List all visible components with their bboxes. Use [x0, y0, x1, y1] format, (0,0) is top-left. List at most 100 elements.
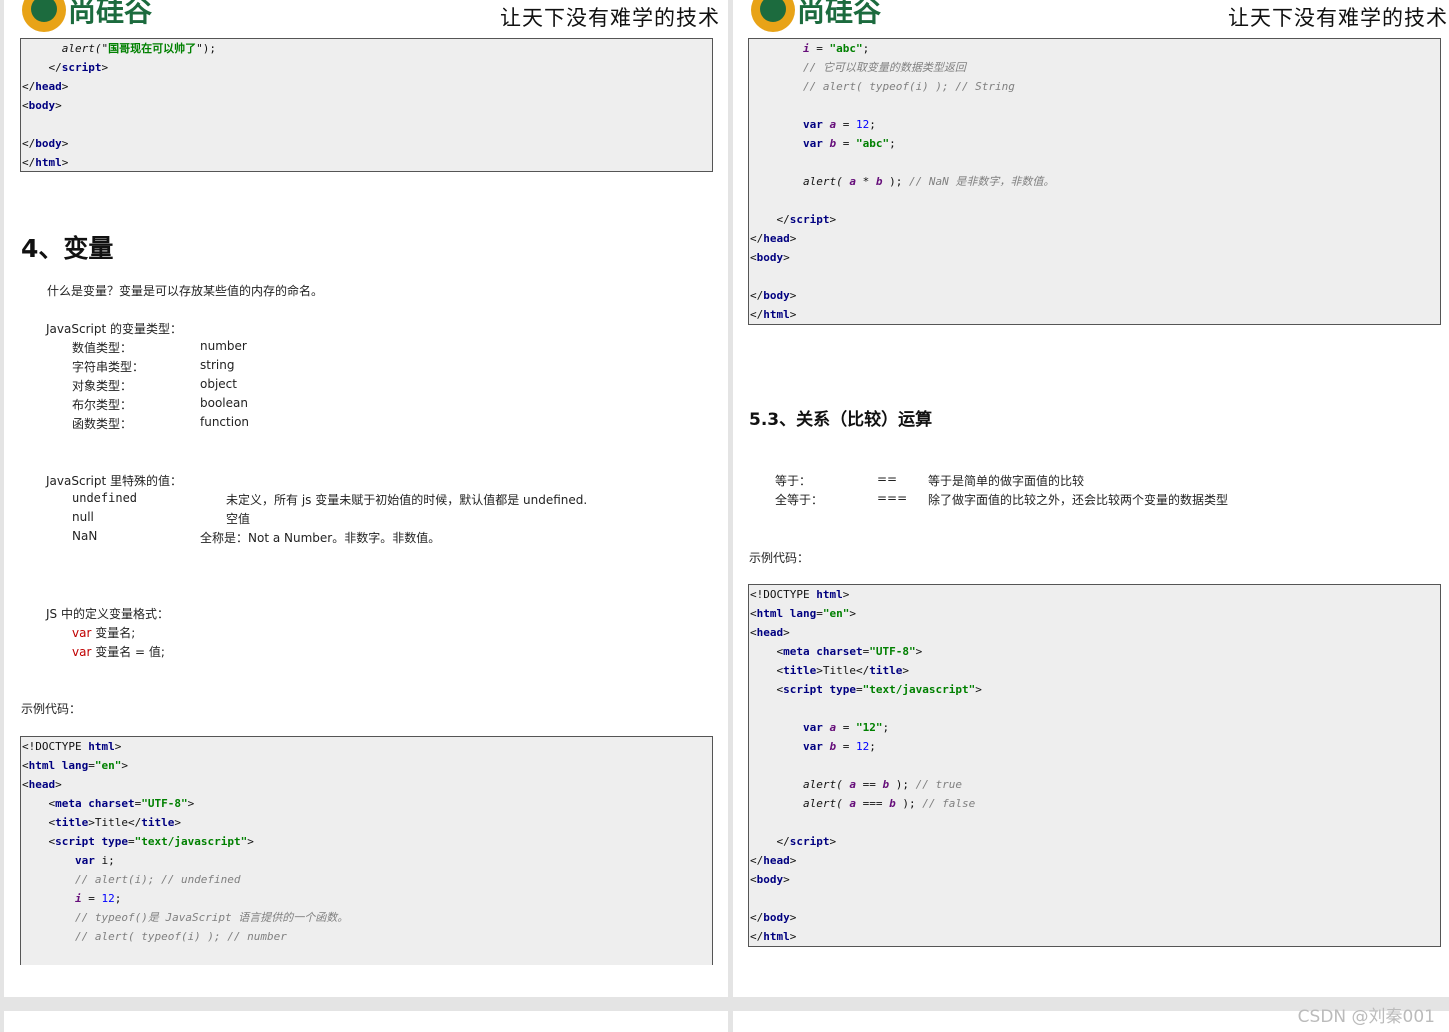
code-token: 12	[101, 892, 115, 905]
special-value-desc: 未定义，所有 js 变量未赋于初始值的时候，默认值都是 undefined.	[226, 493, 588, 507]
define-rest: 变量名 = 值;	[91, 645, 165, 659]
special-value-desc: 全称是：Not a Number。非数字。非数值。	[200, 531, 441, 545]
code-token: i	[74, 892, 82, 905]
code-line: alert("国哥现在可以帅了");	[22, 39, 216, 58]
code-token: // true	[915, 778, 962, 791]
example-label: 示例代码：	[21, 702, 82, 716]
special-value-desc: 空值	[226, 512, 251, 526]
code-token: >	[783, 626, 790, 639]
logo-text: 尚硅谷	[797, 0, 882, 28]
code-token: a	[849, 797, 856, 810]
define-title: JS 中的定义变量格式：	[46, 607, 169, 621]
code-token: head	[28, 778, 56, 791]
code-token: alert(	[750, 175, 850, 188]
code-token: "en"	[94, 759, 122, 772]
code-token: >	[829, 835, 837, 848]
code-token: >	[789, 289, 797, 302]
code-line: <body>	[750, 870, 790, 889]
code-token: </	[750, 289, 764, 302]
code-token: );	[889, 778, 916, 791]
code-token: html	[88, 740, 115, 753]
code-token: html	[756, 607, 790, 620]
code-token: >	[121, 759, 128, 772]
code-token: a	[849, 778, 856, 791]
code-token: =	[127, 835, 135, 848]
code-token: title	[55, 816, 89, 829]
code-line: <meta charset="UTF-8">	[22, 794, 194, 813]
code-line: var b = "abc";	[750, 134, 896, 153]
code-token: html	[28, 759, 62, 772]
code-token: "text/javascript"	[134, 835, 248, 848]
code-token: // 它可以取变量的数据类型返回	[750, 61, 966, 74]
code-token: >	[975, 683, 982, 696]
code-token: body	[756, 873, 784, 886]
code-line: // alert(i); // undefined	[22, 870, 241, 889]
code-token: script	[789, 213, 830, 226]
code-token: >Title</	[88, 816, 142, 829]
code-token: body	[763, 289, 790, 302]
op-label: 全等于：	[775, 493, 824, 507]
code-token: >	[61, 80, 69, 93]
code-token: >	[61, 156, 69, 169]
code-token: </	[750, 854, 764, 867]
code-token: head	[756, 626, 784, 639]
intro-text: 什么是变量？变量是可以存放某些值的内存的命名。	[47, 284, 324, 298]
code-token: ;	[869, 740, 876, 753]
code-token: html	[763, 930, 790, 943]
type-value: number	[200, 339, 247, 353]
code-token: >	[61, 137, 69, 150]
code-token: alert(	[750, 778, 850, 791]
code-token: "UTF-8"	[141, 797, 188, 810]
code-token: // NaN 是非数字，非数值。	[908, 175, 1055, 188]
code-token: charset	[816, 645, 863, 658]
code-token: =	[836, 740, 856, 753]
code-token: ");	[196, 42, 216, 55]
code-token: >	[789, 911, 797, 924]
code-token: var	[802, 118, 830, 131]
code-token: <	[750, 683, 784, 696]
code-token: =	[836, 118, 856, 131]
header-slogan: 让天下没有难学的技术	[500, 6, 720, 30]
code-token: script	[61, 61, 102, 74]
code-token: >	[849, 607, 856, 620]
code-token: >	[174, 816, 181, 829]
code-line: </html>	[750, 927, 796, 946]
code-token: </	[22, 137, 36, 150]
code-token: head	[763, 232, 790, 245]
code-token: </	[750, 308, 764, 321]
code-token: script	[783, 683, 830, 696]
code-token: <	[750, 873, 757, 886]
code-token: var	[802, 740, 830, 753]
code-token: // alert( typeof(i) ); // number	[22, 930, 287, 943]
code-token: "12"	[855, 721, 883, 734]
code-line: <script type="text/javascript">	[750, 680, 982, 699]
code-token: head	[763, 854, 790, 867]
code-token: meta	[783, 645, 817, 658]
code-token: <	[750, 645, 784, 658]
op-desc: 除了做字面值的比较之外，还会比较两个变量的数据类型	[928, 493, 1229, 507]
code-token: var	[802, 137, 830, 150]
code-line: i = 12;	[22, 889, 121, 908]
code-token: <	[22, 797, 56, 810]
code-token: >	[789, 854, 797, 867]
code-line: <title>Title</title>	[750, 661, 909, 680]
code-token: // alert(i); // undefined	[22, 873, 241, 886]
code-token: >	[789, 308, 797, 321]
code-token: >	[101, 61, 109, 74]
type-label: 函数类型：	[72, 417, 133, 431]
code-line: <html lang="en">	[750, 604, 856, 623]
code-token: ;	[882, 721, 890, 734]
code-line: alert( a * b ); // NaN 是非数字，非数值。	[750, 172, 1054, 191]
code-line: </script>	[750, 210, 836, 229]
code-token: meta	[55, 797, 89, 810]
code-token: >	[829, 213, 837, 226]
code-line: <title>Title</title>	[22, 813, 181, 832]
code-token: <	[750, 664, 784, 677]
logo-icon	[22, 0, 66, 32]
code-token: <	[22, 759, 29, 772]
type-label: 对象类型：	[72, 379, 133, 393]
code-token: >	[783, 873, 790, 886]
